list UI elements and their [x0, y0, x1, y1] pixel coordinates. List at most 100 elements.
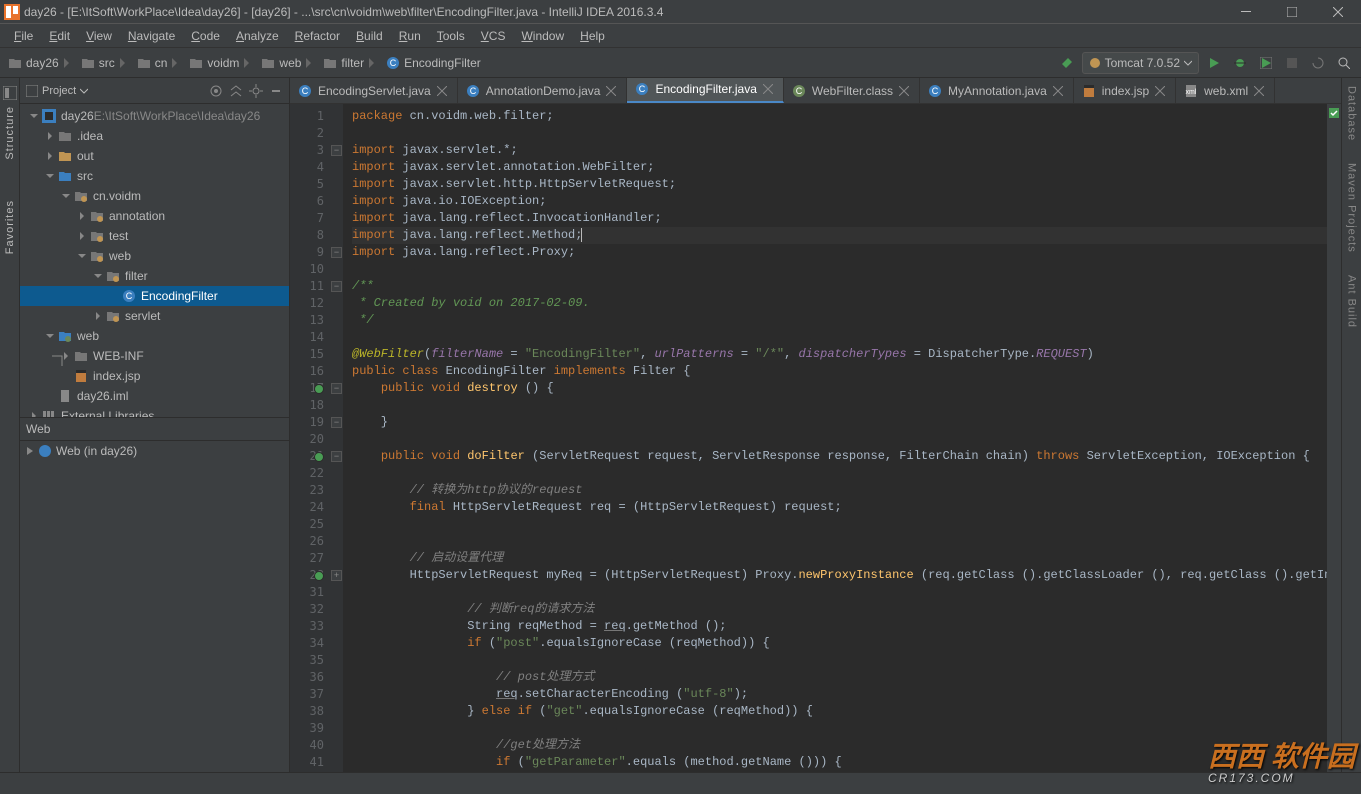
tree-expand-toggle[interactable] — [92, 270, 104, 282]
tree-expand-toggle[interactable] — [28, 110, 40, 122]
debug-button[interactable] — [1229, 52, 1251, 74]
tree-expand-toggle[interactable] — [60, 190, 72, 202]
tab-close-icon[interactable] — [1155, 86, 1165, 96]
tree-node[interactable]: out — [20, 146, 289, 166]
tree-expand-toggle[interactable] — [76, 250, 88, 262]
tab-close-icon[interactable] — [899, 86, 909, 96]
tree-expand-toggle[interactable] — [44, 150, 56, 162]
maven-tool-button[interactable]: Maven Projects — [1346, 163, 1358, 253]
build-button[interactable] — [1056, 52, 1078, 74]
right-tool-strip: Database Maven Projects Ant Build — [1341, 78, 1361, 772]
web-panel-title: Web — [26, 422, 50, 436]
hide-icon[interactable] — [269, 84, 283, 98]
tab-close-icon[interactable] — [1254, 86, 1264, 96]
tree-expand-toggle[interactable] — [44, 330, 56, 342]
editor-tab[interactable]: CEncodingServlet.java — [290, 78, 458, 103]
collapse-all-icon[interactable] — [229, 84, 243, 98]
fold-gutter[interactable]: − − − − − − + — [330, 104, 344, 772]
update-button[interactable] — [1307, 52, 1329, 74]
override-gutter-icon[interactable] — [314, 571, 324, 581]
structure-tool-button[interactable]: Structure — [4, 106, 16, 160]
stop-button[interactable] — [1281, 52, 1303, 74]
scroll-from-source-icon[interactable] — [209, 84, 223, 98]
menu-file[interactable]: File — [6, 24, 41, 48]
menu-run[interactable]: Run — [391, 24, 429, 48]
minimize-button[interactable] — [1223, 0, 1269, 24]
fold-toggle[interactable]: + — [331, 570, 342, 581]
tree-node[interactable]: cn.voidm — [20, 186, 289, 206]
tree-node[interactable]: servlet — [20, 306, 289, 326]
tree-node[interactable]: web — [20, 326, 289, 346]
menu-navigate[interactable]: Navigate — [120, 24, 183, 48]
maximize-button[interactable] — [1269, 0, 1315, 24]
tab-close-icon[interactable] — [763, 84, 773, 94]
tree-node[interactable]: web — [20, 246, 289, 266]
override-gutter-icon[interactable] — [314, 452, 324, 462]
tab-close-icon[interactable] — [606, 86, 616, 96]
tree-node[interactable]: test — [20, 226, 289, 246]
editor-tab[interactable]: CMyAnnotation.java — [920, 78, 1074, 103]
chevron-down-icon[interactable] — [80, 87, 88, 95]
menu-analyze[interactable]: Analyze — [228, 24, 287, 48]
close-button[interactable] — [1315, 0, 1361, 24]
menu-bar: FileEditViewNavigateCodeAnalyzeRefactorB… — [0, 24, 1361, 48]
fold-toggle[interactable]: − — [331, 451, 342, 462]
tab-close-icon[interactable] — [1053, 86, 1063, 96]
error-stripe[interactable] — [1327, 104, 1341, 772]
editor-tab[interactable]: CEncodingFilter.java — [627, 78, 783, 103]
search-button[interactable] — [1333, 52, 1355, 74]
tree-node[interactable]: .idea — [20, 126, 289, 146]
fold-toggle[interactable]: − — [331, 383, 342, 394]
tree-node[interactable]: CEncodingFilter — [20, 286, 289, 306]
tree-node[interactable]: src — [20, 166, 289, 186]
run-config-dropdown[interactable]: Tomcat 7.0.52 — [1082, 52, 1199, 74]
override-gutter-icon[interactable] — [314, 384, 324, 394]
menu-help[interactable]: Help — [572, 24, 613, 48]
settings-icon[interactable] — [249, 84, 263, 98]
menu-build[interactable]: Build — [348, 24, 391, 48]
run-button[interactable] — [1203, 52, 1225, 74]
tree-expand-toggle[interactable] — [76, 210, 88, 222]
tree-expand-toggle[interactable] — [44, 170, 56, 182]
svg-text:C: C — [302, 86, 309, 96]
tree-node[interactable]: day26 E:\ItSoft\WorkPlace\Idea\day26 — [20, 106, 289, 126]
menu-vcs[interactable]: VCS — [473, 24, 514, 48]
menu-tools[interactable]: Tools — [429, 24, 473, 48]
tree-expand-toggle[interactable] — [76, 230, 88, 242]
breadcrumb-item[interactable]: src — [77, 48, 133, 78]
editor-tab[interactable]: index.jsp — [1074, 78, 1176, 103]
tree-expand-toggle[interactable] — [44, 130, 56, 142]
tree-node[interactable]: annotation — [20, 206, 289, 226]
tree-node[interactable]: filter — [20, 266, 289, 286]
tree-expand-toggle[interactable] — [28, 410, 40, 417]
breadcrumb-item[interactable]: filter — [319, 48, 382, 78]
editor-tab[interactable]: xmlweb.xml — [1176, 78, 1275, 103]
menu-view[interactable]: View — [78, 24, 120, 48]
menu-code[interactable]: Code — [183, 24, 228, 48]
favorites-tool-button[interactable]: Favorites — [4, 200, 16, 254]
breadcrumb-item[interactable]: web — [257, 48, 319, 78]
tab-close-icon[interactable] — [437, 86, 447, 96]
breadcrumb-item[interactable]: day26 — [4, 48, 77, 78]
svg-text:C: C — [932, 86, 939, 96]
editor-scroll[interactable]: 1 2 3 4 5 6 7 8 9 10 11 12 13 14 15 16 1… — [290, 104, 1341, 772]
ant-tool-button[interactable]: Ant Build — [1346, 275, 1358, 328]
project-toolwindow-icon[interactable] — [3, 86, 17, 100]
editor-tab[interactable]: CWebFilter.class — [784, 78, 920, 103]
breadcrumb-item[interactable]: voidm — [185, 48, 257, 78]
breadcrumb-item[interactable]: CEncodingFilter — [382, 48, 485, 78]
code-editor[interactable]: package cn.voidm.web.filter; import java… — [344, 104, 1327, 772]
tree-expand-toggle[interactable] — [92, 310, 104, 322]
menu-refactor[interactable]: Refactor — [287, 24, 348, 48]
database-tool-button[interactable]: Database — [1346, 86, 1358, 141]
fold-toggle[interactable]: − — [331, 247, 342, 258]
editor-tab[interactable]: CAnnotationDemo.java — [458, 78, 628, 103]
web-panel-row[interactable]: Web (in day26) — [20, 441, 289, 461]
menu-edit[interactable]: Edit — [41, 24, 78, 48]
breadcrumb-item[interactable]: cn — [133, 48, 186, 78]
fold-toggle[interactable]: − — [331, 417, 342, 428]
fold-toggle[interactable]: − — [331, 281, 342, 292]
fold-toggle[interactable]: − — [331, 145, 342, 156]
coverage-button[interactable] — [1255, 52, 1277, 74]
menu-window[interactable]: Window — [513, 24, 572, 48]
